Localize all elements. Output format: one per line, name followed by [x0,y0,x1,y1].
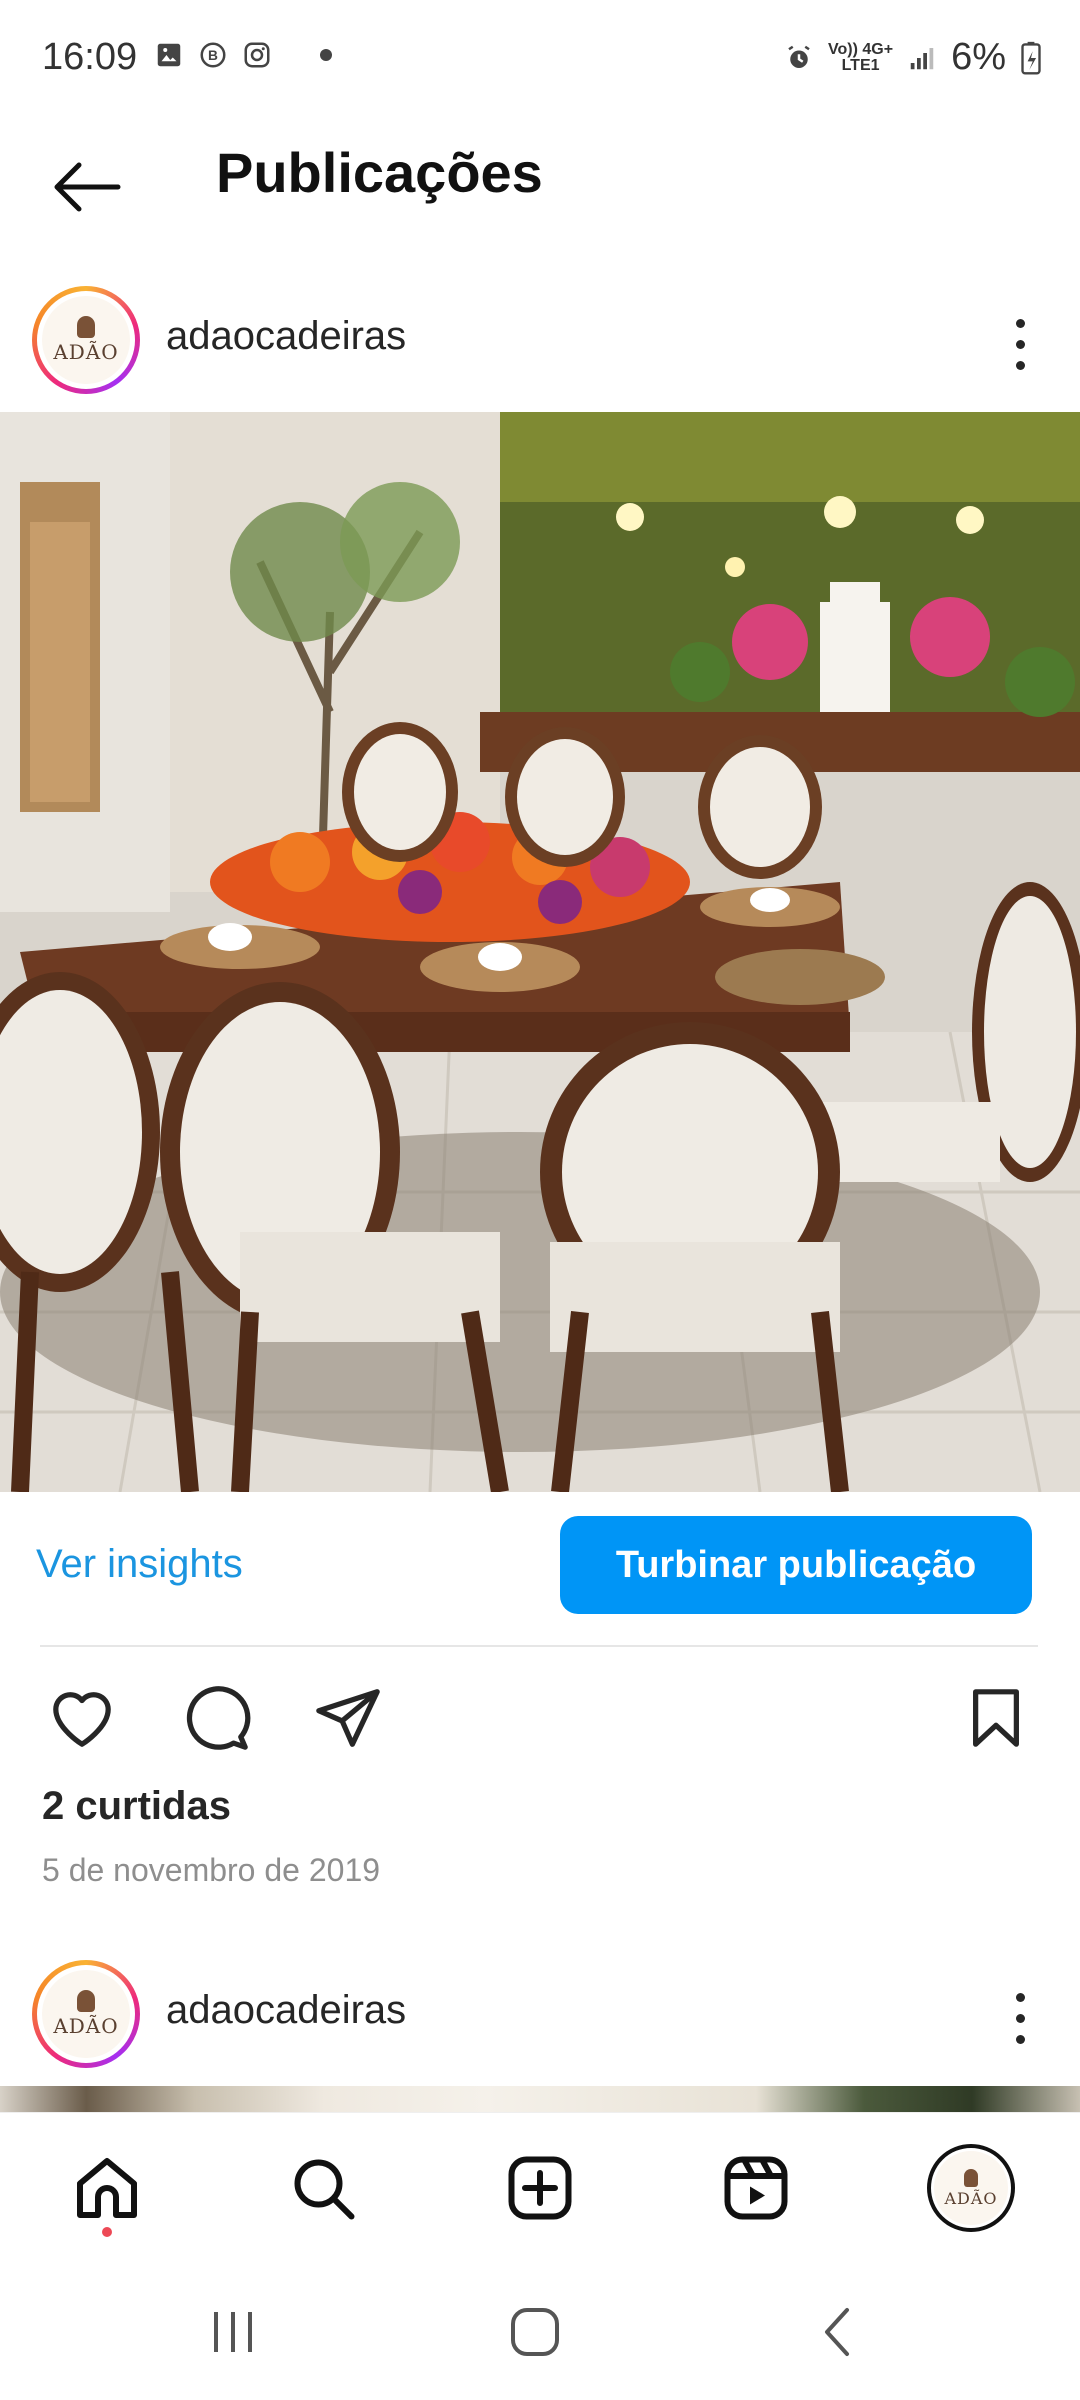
post-header-2: ADÃO adaocadeiras [0,1938,1080,2078]
post-date: 5 de novembro de 2019 [42,1852,381,1888]
post-username[interactable]: adaocadeiras [166,314,406,359]
save-button[interactable] [956,1678,1036,1758]
profile-logo-text: ADÃO [944,2188,998,2208]
create-icon [508,2156,572,2220]
more-options-icon [1015,1992,1025,2002]
heart-icon [53,1692,111,1747]
post-username[interactable]: adaocadeiras [166,1988,406,2033]
bookmark-icon [973,1689,1019,1747]
logo-figure-icon [77,316,95,338]
battery-icon [1021,41,1041,74]
search-icon [294,2159,355,2220]
divider [40,1645,1038,1647]
home-system-icon [511,2308,559,2356]
business-notification-icon: B [200,42,226,68]
post-image[interactable] [0,412,1080,1492]
gallery-notification-icon [157,43,181,67]
system-nav-bar [0,2262,1080,2400]
logo-figure-icon [77,1990,95,2012]
network-bottom-label: LTE1 [841,56,880,74]
more-notifications-dot [320,49,332,61]
likes-count[interactable]: 2 curtidas [42,1784,231,1829]
share-button[interactable] [308,1678,388,1758]
status-bar: 16:09 B Vo)) 4G+ LTE1 6% [0,0,1080,120]
nav-home[interactable] [62,2143,152,2233]
back-system-button[interactable] [792,2292,882,2372]
nav-profile[interactable]: ADÃO [926,2143,1016,2233]
comment-icon [186,1686,251,1750]
logo-figure-icon [964,2168,978,2187]
home-system-button[interactable] [490,2292,580,2372]
more-options-button[interactable] [990,1978,1050,2058]
bottom-nav: ADÃO [0,2112,1080,2262]
avatar-logo: ADÃO [42,296,130,384]
status-time: 16:09 [42,36,138,78]
battery-percent: 6% [951,36,1006,78]
profile-avatar: ADÃO [927,2144,1015,2232]
nav-create[interactable] [495,2143,585,2233]
boost-post-button[interactable]: Turbinar publicação [560,1516,1032,1614]
insights-row: Ver insights Turbinar publicação [0,1492,1080,1642]
more-options-icon [1015,318,1025,328]
more-options-button[interactable] [990,304,1050,384]
avatar[interactable]: ADÃO [32,286,140,394]
back-arrow-icon [54,162,121,212]
notification-icons: B [154,40,332,70]
network-top-label: Vo)) 4G+ [828,40,894,58]
avatar-logo-text: ADÃO [53,340,119,364]
back-system-icon [825,2308,849,2356]
comment-button[interactable] [176,1678,256,1758]
top-header: Publicações [0,120,1080,240]
system-status: Vo)) 4G+ LTE1 6% [784,36,1042,79]
home-icon [77,2158,137,2218]
post-photo [0,412,1080,1492]
post-header: ADÃO adaocadeiras [0,264,1080,404]
page-title: Publicações [216,141,543,204]
avatar-logo-text: ADÃO [53,2014,119,2038]
recent-apps-button[interactable] [188,2292,278,2372]
nav-reels[interactable] [711,2143,801,2233]
ver-insights-link[interactable]: Ver insights [36,1542,243,1587]
back-button[interactable] [40,142,130,232]
svg-text:B: B [208,48,218,63]
notification-dot [102,2227,112,2237]
instagram-notification-icon [244,42,270,68]
share-icon [316,1689,380,1747]
avatar[interactable]: ADÃO [32,1960,140,2068]
alarm-icon [788,45,810,68]
signal-icon [910,47,934,69]
post-actions [0,1660,1080,1770]
post-image-2[interactable] [0,2086,1080,2114]
like-button[interactable] [42,1678,122,1758]
recent-apps-icon [214,2312,252,2352]
nav-search[interactable] [278,2143,368,2233]
reels-icon [724,2156,788,2220]
avatar-logo: ADÃO [42,1970,130,2058]
network-indicator: Vo)) 4G+ LTE1 [828,40,894,74]
